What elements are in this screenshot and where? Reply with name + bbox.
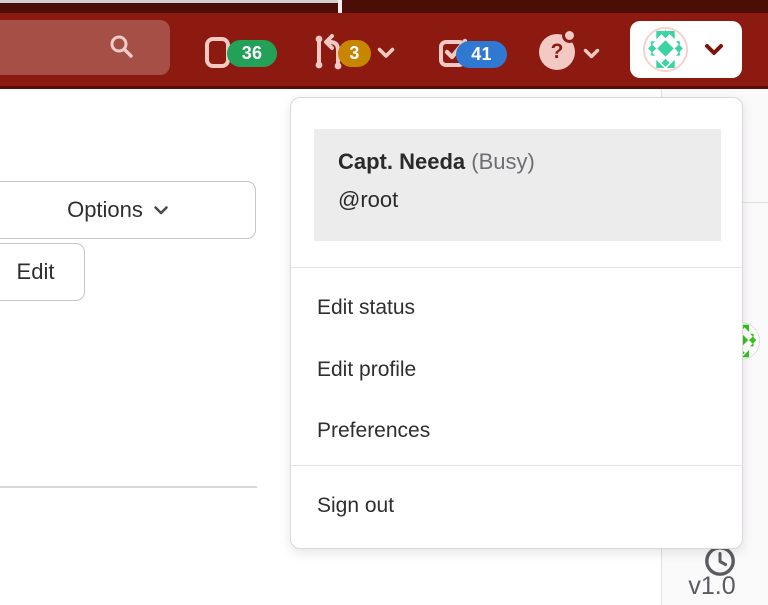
version-label: v1.0 [662, 572, 762, 601]
options-chevron-down-icon [153, 205, 169, 216]
todos-counter-button[interactable]: 41 [438, 13, 508, 86]
user-avatar [643, 27, 688, 72]
menu-divider [291, 267, 742, 268]
page: 36 3 41 ? [0, 0, 768, 605]
user-identicon-icon [645, 29, 686, 70]
search-input[interactable] [0, 20, 170, 75]
merge-requests-count-badge: 3 [338, 40, 371, 67]
options-button-label: Options [67, 197, 143, 223]
menu-item-edit-status[interactable]: Edit status [317, 296, 415, 320]
menu-item-sign-out[interactable]: Sign out [317, 494, 394, 518]
user-avatar-button[interactable] [630, 21, 742, 78]
merge-requests-chevron-down-icon[interactable] [377, 47, 395, 59]
user-info-header[interactable]: Capt. Needa (Busy) @root [314, 129, 721, 241]
options-button[interactable]: Options [0, 181, 256, 239]
top-edge-line [0, 0, 338, 3]
edit-button[interactable]: Edit [0, 243, 85, 301]
top-edge-notch [338, 0, 342, 13]
user-display-name: Capt. Needa (Busy) [338, 149, 535, 175]
todos-count-badge: 41 [456, 41, 507, 68]
help-notification-dot [562, 28, 577, 43]
user-dropdown-menu: Capt. Needa (Busy) @root Edit status Edi… [290, 97, 743, 549]
search-icon [108, 33, 136, 61]
merge-requests-counter-button[interactable]: 3 [311, 13, 373, 86]
menu-item-preferences[interactable]: Preferences [317, 419, 430, 443]
user-username: @root [338, 187, 398, 213]
window-top-strip [0, 0, 768, 13]
avatar-chevron-down-icon [704, 43, 724, 56]
content-divider [0, 486, 257, 488]
issues-count-badge: 36 [227, 40, 277, 67]
help-chevron-down-icon[interactable] [583, 48, 600, 59]
question-mark-icon: ? [551, 40, 564, 64]
edit-button-label: Edit [17, 259, 55, 285]
menu-item-edit-profile[interactable]: Edit profile [317, 358, 416, 382]
top-navbar: 36 3 41 ? [0, 13, 768, 89]
menu-divider [291, 465, 742, 466]
user-status-badge: (Busy) [471, 149, 535, 174]
issues-counter-button[interactable]: 36 [203, 13, 283, 86]
